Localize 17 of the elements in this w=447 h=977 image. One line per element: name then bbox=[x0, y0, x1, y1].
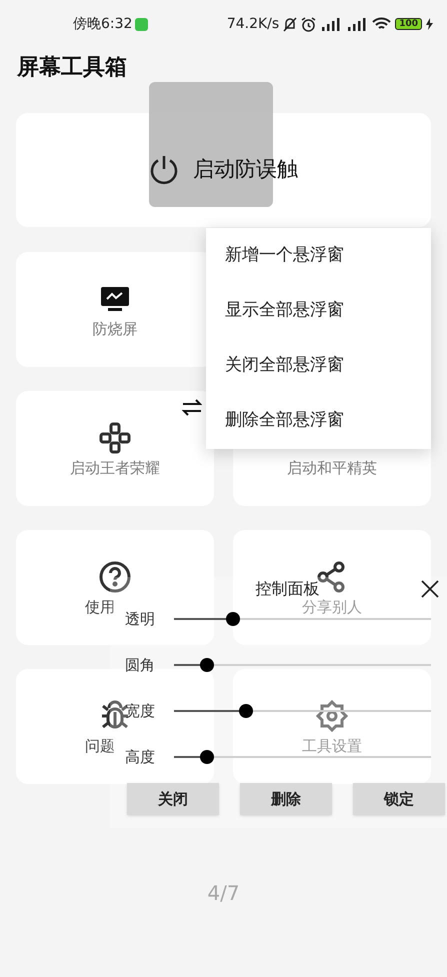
page-indicator: 4/7 bbox=[207, 881, 240, 905]
slider-label: 宽度 bbox=[125, 700, 155, 722]
tool-card-label: 防烧屏 bbox=[92, 320, 138, 336]
panel-title: 控制面板 bbox=[256, 578, 320, 600]
battery-indicator: 100 bbox=[395, 18, 422, 30]
tool-card-label: 工具设置 bbox=[302, 738, 362, 754]
slider-label: 透明 bbox=[125, 608, 155, 630]
main-button-label: 启动防误触 bbox=[193, 156, 298, 184]
tool-card-label: 启动王者荣耀 bbox=[70, 460, 160, 476]
tool-card-label: 使用 bbox=[85, 598, 115, 614]
tool-card-label: 分享别人 bbox=[302, 598, 362, 614]
tool-card-label: 启动和平精英 bbox=[287, 460, 377, 476]
app-title: 屏幕工具箱 bbox=[16, 54, 127, 82]
network-speed: 74.2K/s bbox=[226, 14, 280, 34]
status-time: 傍晚6:32 bbox=[73, 14, 132, 34]
slider-label: 高度 bbox=[125, 746, 155, 768]
tool-card-label: 问题 bbox=[85, 738, 115, 754]
